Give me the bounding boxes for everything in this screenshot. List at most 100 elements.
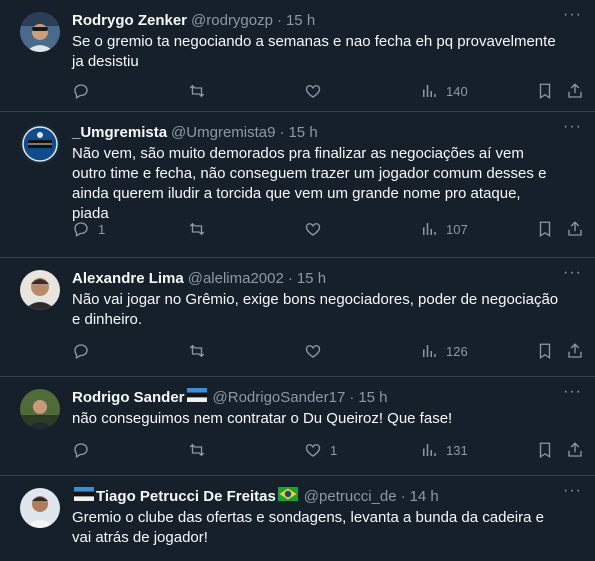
like-button[interactable] <box>304 82 330 100</box>
tweet-header: Rodrigo Sander @RodrigoSander17 · 15 h <box>72 387 579 407</box>
brazil-flag-icon <box>277 487 298 505</box>
view-count: 140 <box>446 83 468 99</box>
reply-feed: Rodrygo Zenker @rodrygozp · 15 h ··· Se … <box>0 0 595 561</box>
bookmark-icon <box>539 442 551 459</box>
retweet-icon <box>189 222 205 236</box>
display-name[interactable]: Rodrygo Zenker <box>72 12 187 29</box>
separator-dot: · <box>349 388 355 406</box>
more-options-icon[interactable]: ··· <box>563 265 581 286</box>
tweet-text: não conseguimos nem contratar o Du Queir… <box>72 410 453 427</box>
display-name[interactable]: Alexandre Lima <box>72 270 184 287</box>
user-handle[interactable]: @alelima2002 <box>188 270 284 287</box>
tweet[interactable]: Tiago Petrucci De Freitas @petrucci_de ·… <box>0 476 595 561</box>
share-button[interactable] <box>566 82 584 100</box>
avatar[interactable] <box>20 389 60 429</box>
like-button[interactable]: 1 <box>304 441 337 459</box>
display-name[interactable]: Tiago Petrucci De Freitas <box>96 488 276 505</box>
like-button[interactable] <box>304 342 330 360</box>
tweet-header: Alexandre Lima @alelima2002 · 15 h <box>72 268 579 288</box>
action-bar: 1 107 <box>72 208 582 254</box>
share-icon <box>568 83 582 98</box>
display-name[interactable]: _Umgremista <box>72 124 167 141</box>
action-bar: 140 <box>72 70 582 116</box>
more-options-icon[interactable]: ··· <box>563 119 581 140</box>
separator-dot: · <box>276 11 282 29</box>
retweet-icon <box>189 443 205 457</box>
share-button[interactable] <box>566 342 584 360</box>
share-icon <box>568 221 582 236</box>
tweet-header: Rodrygo Zenker @rodrygozp · 15 h <box>72 10 579 30</box>
views-button[interactable]: 126 <box>420 342 468 360</box>
tweet[interactable]: Alexandre Lima @alelima2002 · 15 h ··· N… <box>0 258 595 377</box>
display-name[interactable]: Rodrigo Sander <box>72 389 185 406</box>
user-handle[interactable]: @Umgremista9 <box>171 124 275 141</box>
user-handle[interactable]: @petrucci_de <box>304 488 397 505</box>
analytics-icon <box>423 444 436 456</box>
user-handle[interactable]: @RodrigoSander17 <box>213 389 346 406</box>
tweet-header: _Umgremista @Umgremista9 · 15 h <box>72 122 579 142</box>
heart-icon <box>305 345 321 358</box>
retweet-icon <box>189 84 205 98</box>
tweet-header: Tiago Petrucci De Freitas @petrucci_de ·… <box>72 486 579 506</box>
separator-dot: · <box>400 487 406 505</box>
avatar[interactable] <box>20 488 60 528</box>
analytics-icon <box>423 345 436 357</box>
like-button[interactable] <box>304 220 330 238</box>
reply-icon <box>74 84 88 99</box>
like-count: 1 <box>330 442 338 458</box>
view-count: 107 <box>446 221 468 237</box>
bookmark-button[interactable] <box>536 342 554 360</box>
bookmark-icon <box>539 343 551 360</box>
reply-button[interactable] <box>72 342 98 360</box>
views-button[interactable]: 140 <box>420 82 468 100</box>
retweet-icon <box>189 344 205 358</box>
heart-icon <box>305 223 321 236</box>
timestamp[interactable]: 15 h <box>297 270 326 287</box>
reply-icon <box>74 443 88 458</box>
tweet-text: Não vai jogar no Grêmio, exige bons nego… <box>72 291 559 328</box>
timestamp[interactable]: 14 h <box>410 488 439 505</box>
retweet-button[interactable] <box>188 441 206 459</box>
reply-button[interactable]: 1 <box>72 220 105 238</box>
avatar[interactable] <box>20 12 60 52</box>
analytics-icon <box>423 85 436 97</box>
user-handle[interactable]: @rodrygozp <box>191 12 273 29</box>
tricolor-flag-icon <box>74 487 94 505</box>
reply-count: 1 <box>98 221 106 237</box>
timestamp[interactable]: 15 h <box>358 389 387 406</box>
heart-icon <box>305 444 321 457</box>
bookmark-button[interactable] <box>536 220 554 238</box>
avatar[interactable] <box>20 270 60 310</box>
action-bar: 126 <box>72 330 582 376</box>
timestamp[interactable]: 15 h <box>286 12 315 29</box>
share-button[interactable] <box>566 441 584 459</box>
reply-button[interactable] <box>72 82 98 100</box>
retweet-button[interactable] <box>188 82 206 100</box>
views-button[interactable]: 107 <box>420 220 468 238</box>
more-options-icon[interactable]: ··· <box>563 384 581 405</box>
reply-icon <box>74 344 88 359</box>
retweet-button[interactable] <box>188 342 206 360</box>
avatar[interactable] <box>20 124 60 164</box>
more-options-icon[interactable]: ··· <box>563 483 581 504</box>
tweet[interactable]: Rodrigo Sander @RodrigoSander17 · 15 h ·… <box>0 377 595 476</box>
timestamp[interactable]: 15 h <box>288 124 317 141</box>
bookmark-button[interactable] <box>536 82 554 100</box>
heart-icon <box>305 85 321 98</box>
separator-dot: · <box>279 123 285 141</box>
bookmark-button[interactable] <box>536 441 554 459</box>
more-options-icon[interactable]: ··· <box>563 7 581 28</box>
share-icon <box>568 343 582 358</box>
separator-dot: · <box>287 269 293 287</box>
reply-icon <box>74 222 88 237</box>
reply-button[interactable] <box>72 441 98 459</box>
bookmark-icon <box>539 83 551 100</box>
tweet[interactable]: _Umgremista @Umgremista9 · 15 h ··· Não … <box>0 112 595 258</box>
views-button[interactable]: 131 <box>420 441 468 459</box>
retweet-button[interactable] <box>188 220 206 238</box>
tweet-text: Gremio o clube das ofertas e sondagens, … <box>72 509 544 546</box>
share-button[interactable] <box>566 220 584 238</box>
bookmark-icon <box>539 221 551 238</box>
view-count: 126 <box>446 343 468 359</box>
tweet[interactable]: Rodrygo Zenker @rodrygozp · 15 h ··· Se … <box>0 0 595 112</box>
